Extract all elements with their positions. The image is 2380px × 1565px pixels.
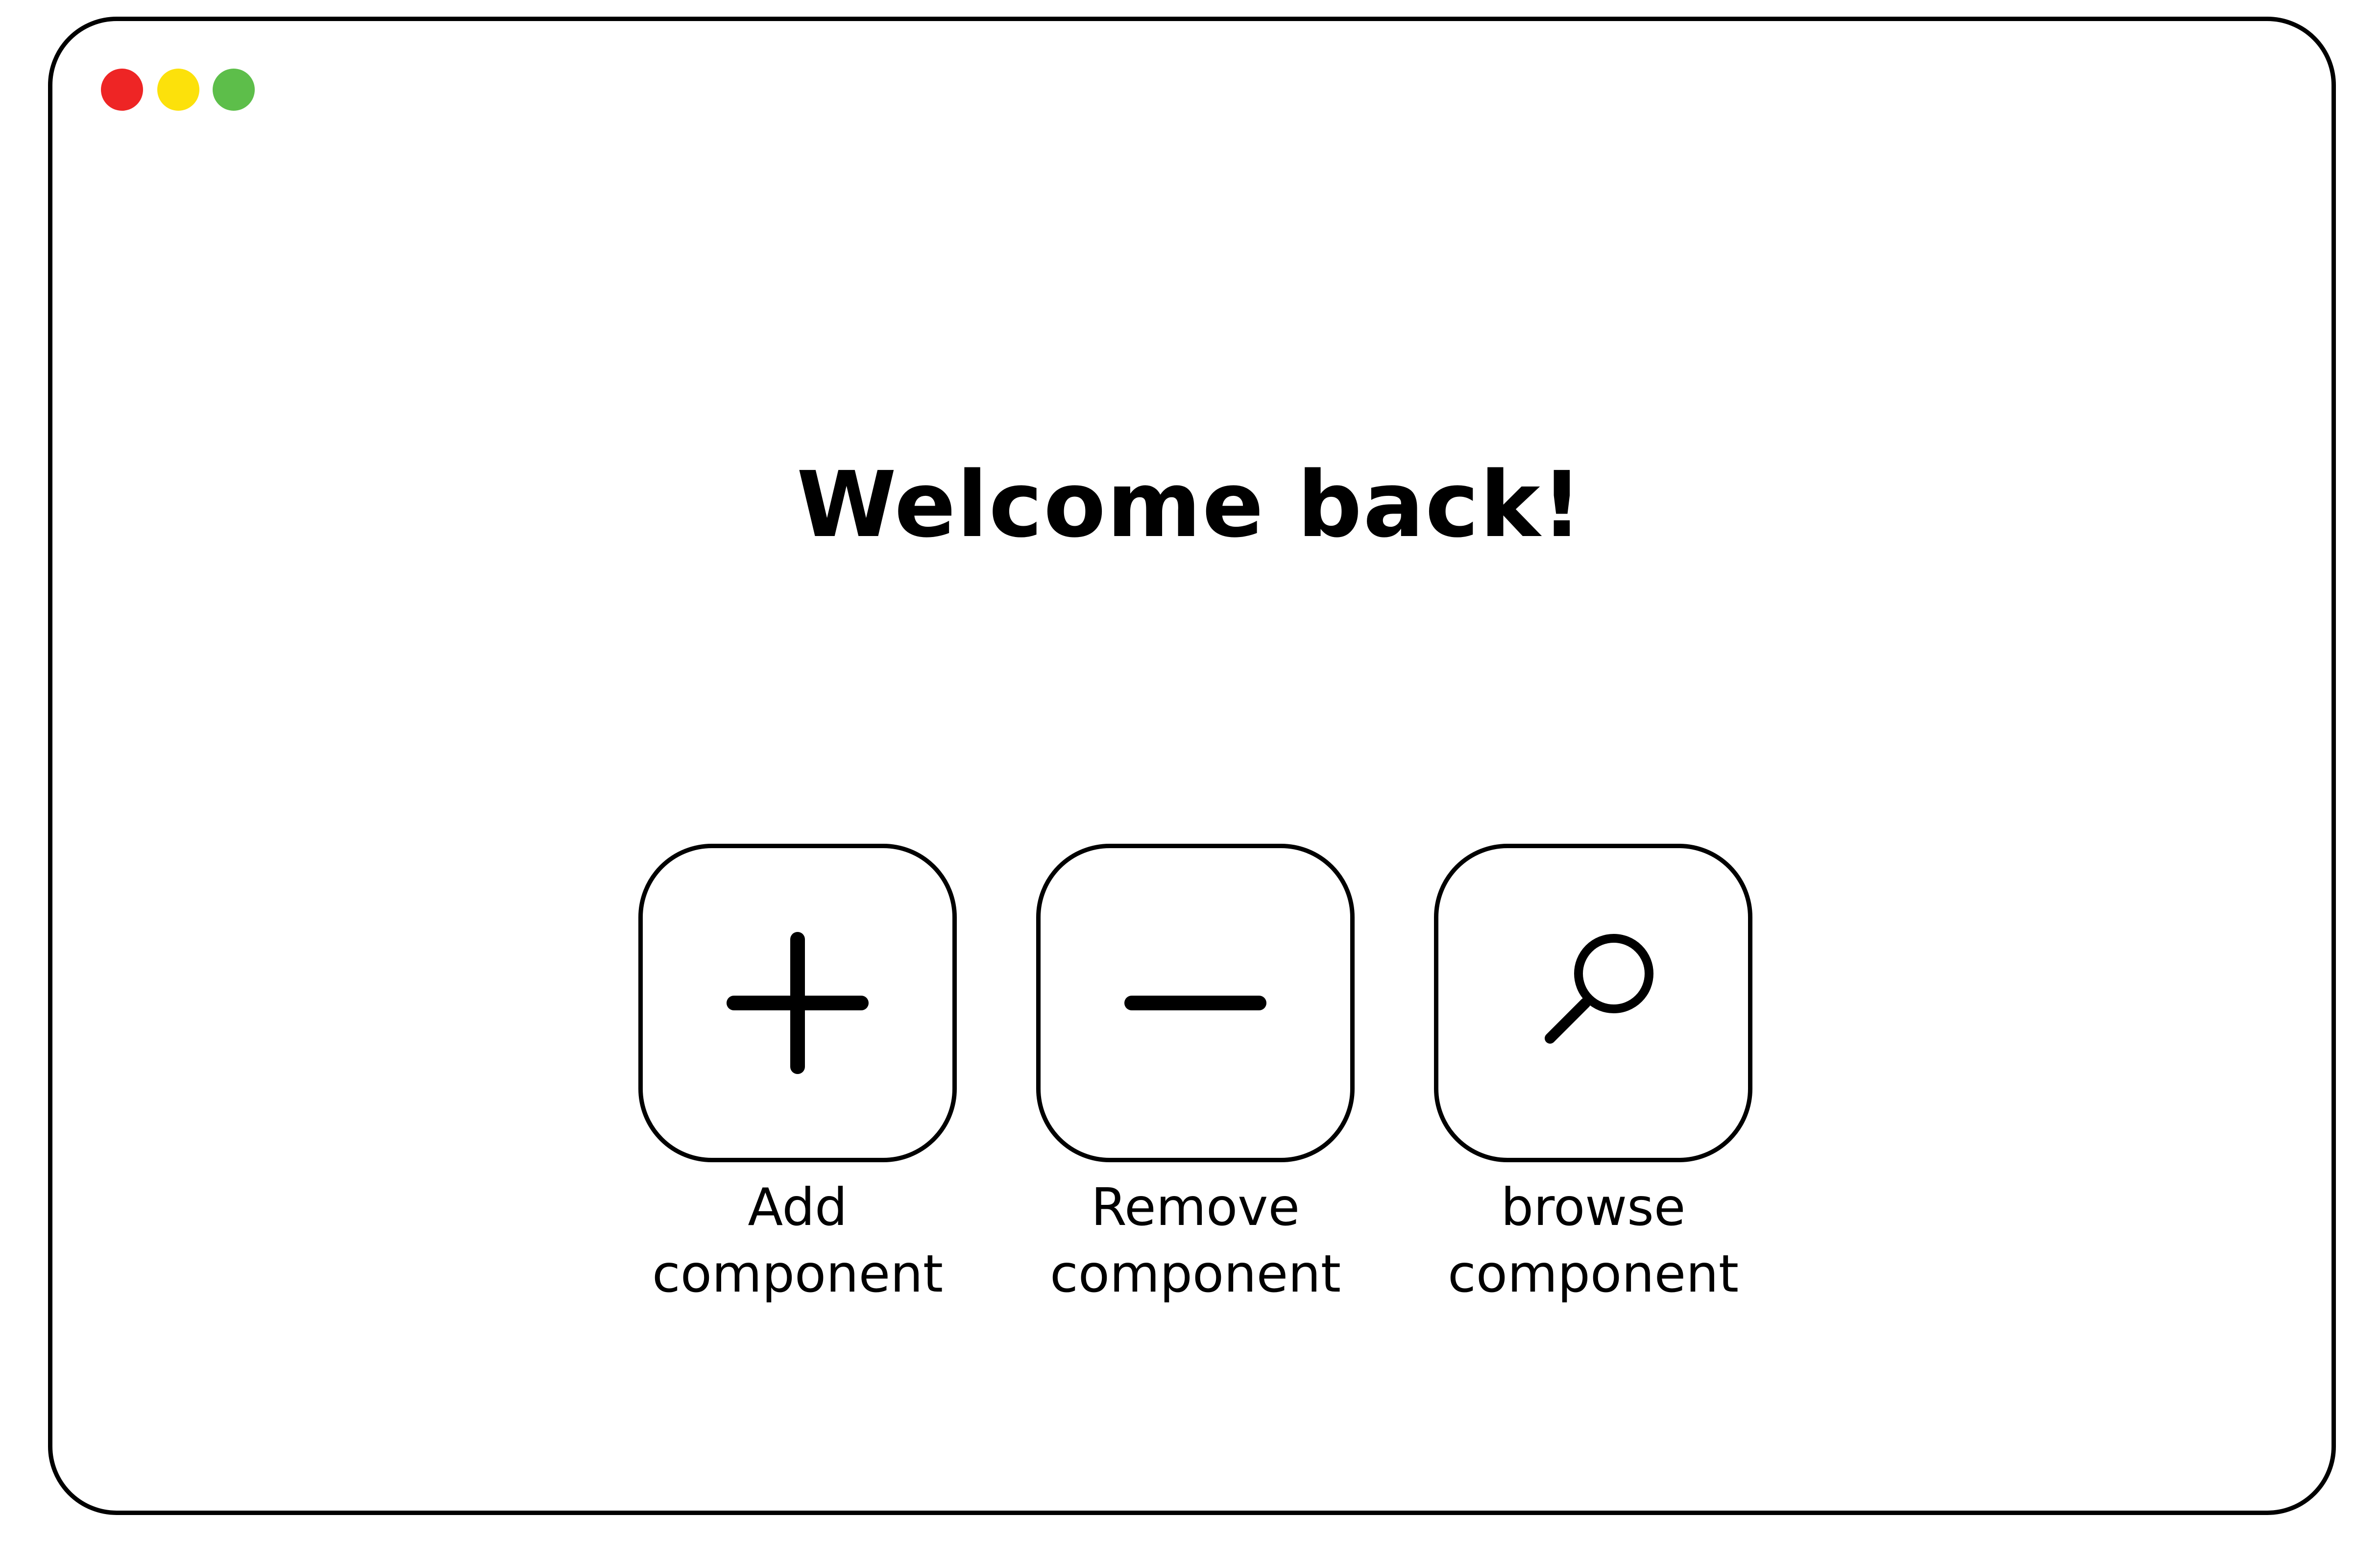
browse-component-button[interactable] (1434, 844, 1752, 1162)
add-component-label[interactable]: Add component (636, 1174, 959, 1307)
remove-component-action: Remove component (1034, 844, 1357, 1307)
close-window-button[interactable] (101, 69, 143, 111)
plus-icon (727, 932, 869, 1074)
remove-component-label-line1: Remove (1091, 1177, 1300, 1237)
remove-component-label[interactable]: Remove component (1034, 1174, 1357, 1307)
zoom-window-button[interactable] (213, 69, 255, 111)
browse-component-label-line2: component (1447, 1244, 1739, 1304)
add-component-label-line1: Add (748, 1177, 848, 1237)
browse-component-label-line1: browse (1501, 1177, 1686, 1237)
add-component-label-line2: component (652, 1244, 943, 1304)
page-title: Welcome back! (796, 452, 1584, 558)
minimize-window-button[interactable] (157, 69, 199, 111)
browse-component-action: browse component (1432, 844, 1755, 1307)
search-icon (1545, 934, 1653, 1044)
remove-component-label-line2: component (1049, 1244, 1341, 1304)
browse-component-label[interactable]: browse component (1432, 1174, 1755, 1307)
minus-icon (1124, 996, 1266, 1010)
remove-component-button[interactable] (1036, 844, 1355, 1162)
add-component-button[interactable] (638, 844, 957, 1162)
add-component-action: Add component (636, 844, 959, 1307)
